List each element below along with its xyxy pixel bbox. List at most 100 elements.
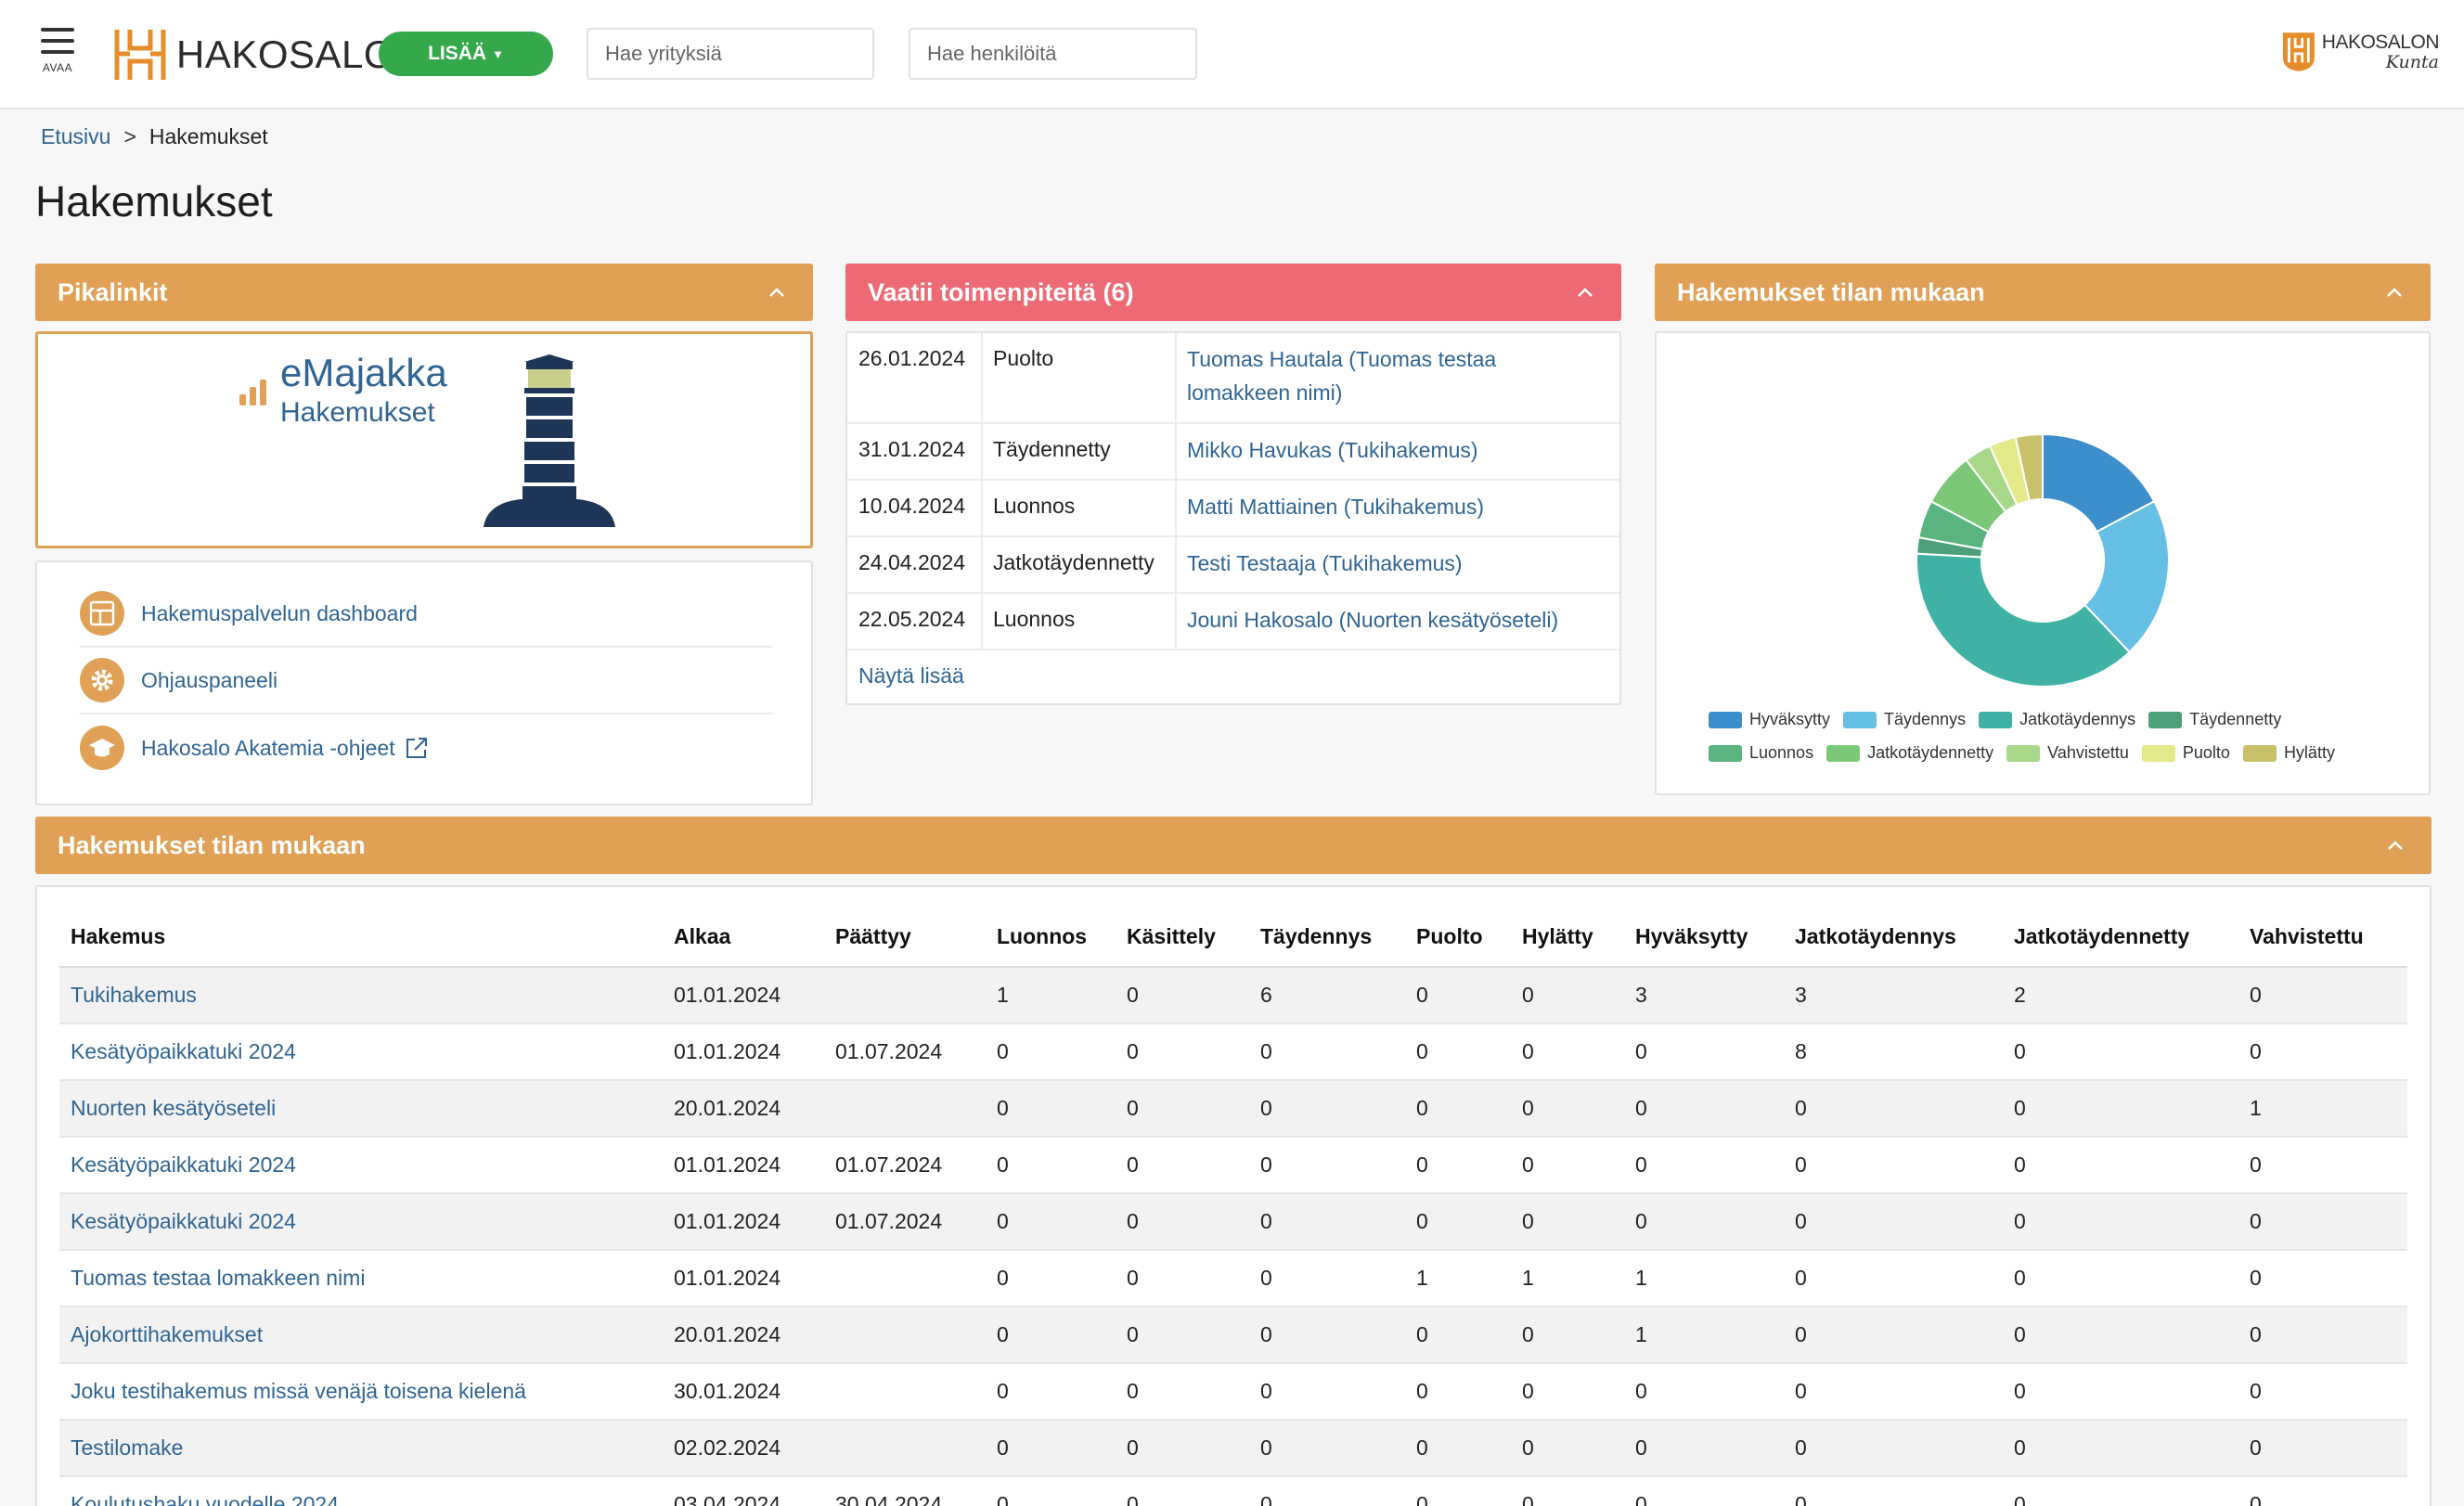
table-cell-alkaa: 30.01.2024 [663,1363,824,1421]
application-link[interactable]: Testilomake [59,1420,663,1477]
action-link[interactable]: Matti Mattiainen (Tukihakemus) [1187,490,1595,523]
table-cell-taydennys: 0 [1249,1023,1405,1081]
table-cell-taydennys: 0 [1249,1080,1405,1138]
application-link[interactable]: Nuorten kesätyöseteli [59,1080,663,1138]
column-header-jatkotaydennetty[interactable]: Jatkotäydennetty [2003,906,2238,968]
table-cell-alkaa: 01.01.2024 [663,1023,824,1081]
table-cell-jatkotaydennetty: 0 [2003,1306,2238,1364]
action-link[interactable]: Testi Testaaja (Tukihakemus) [1187,547,1595,580]
table-cell-jatkotaydennys: 0 [1784,1306,2003,1364]
emajakka-title: eMajakka [280,351,447,394]
legend-item[interactable]: Hyväksytty [1709,710,1830,729]
table-cell-puolto: 0 [1405,1023,1511,1081]
status-chart-panel-header[interactable]: Hakemukset tilan mukaan [1655,264,2431,321]
hakosalo-logo[interactable]: HAKOSALO [111,24,394,85]
table-row: Joku testihakemus missä venäjä toisena k… [59,1363,2407,1421]
application-link[interactable]: Tuomas testaa lomakkeen nimi [59,1250,663,1307]
quicklink-dashboard[interactable]: Hakemuspalvelun dashboard [80,581,772,648]
legend-item[interactable]: Vahvistettu [2006,743,2129,763]
column-header-luonnos[interactable]: Luonnos [986,906,1116,968]
column-header-alkaa[interactable]: Alkaa [663,906,824,968]
table-cell-luonnos: 1 [986,967,1116,1024]
breadcrumb-home-link[interactable]: Etusivu [41,124,110,149]
application-link[interactable]: Koulutushaku vuodelle 2024 [59,1476,663,1506]
emajakka-subtitle: Hakemukset [280,397,435,428]
table-cell-kasittely: 0 [1116,1080,1249,1138]
action-link[interactable]: Mikko Havukas (Tukihakemus) [1187,433,1595,467]
legend-label: Täydennys [1884,710,1967,728]
table-cell-hyvaksytty: 0 [1624,1080,1784,1138]
action-link[interactable]: Jouni Hakosalo (Nuorten kesätyöseteli) [1187,603,1595,637]
column-header-hakemus[interactable]: Hakemus [59,906,663,968]
table-cell-paattyy: 01.07.2024 [824,1193,986,1251]
table-cell-jatkotaydennys: 0 [1784,1363,2003,1421]
application-link[interactable]: Joku testihakemus missä venäjä toisena k… [59,1363,663,1421]
legend-item[interactable]: Jatkotäydennetty [1826,743,1993,763]
table-cell-alkaa: 20.01.2024 [663,1080,824,1138]
table-cell-hyvaksytty: 3 [1624,967,1784,1024]
application-link[interactable]: Ajokorttihakemukset [59,1306,663,1364]
application-link[interactable]: Kesätyöpaikkatuki 2024 [59,1137,663,1194]
application-link[interactable]: Kesätyöpaikkatuki 2024 [59,1023,663,1081]
menu-button[interactable]: AVAA [37,28,78,85]
table-row: Koulutushaku vuodelle 2024 03.04.2024 30.0… [59,1476,2407,1506]
action-date: 26.01.2024 [858,346,966,370]
quicklink-label: Hakosalo Akatemia -ohjeet [141,735,395,760]
quicklink-control-panel[interactable]: Ohjauspaneeli [80,648,772,714]
table-cell-luonnos: 0 [986,1137,1116,1194]
table-cell-hylatty: 0 [1511,1080,1624,1138]
column-header-jatkotaydennys[interactable]: Jatkotäydennys [1784,906,2003,968]
quicklink-academy[interactable]: Hakosalo Akatemia -ohjeet [80,714,772,781]
column-header-vahvistettu[interactable]: Vahvistettu [2238,906,2407,968]
table-cell-vahvistettu: 0 [2238,1250,2407,1307]
application-link[interactable]: Kesätyöpaikkatuki 2024 [59,1193,663,1251]
table-cell-hyvaksytty: 0 [1624,1420,1784,1477]
table-cell-hylatty: 0 [1511,967,1624,1024]
municipality-name: HAKOSALON [2321,32,2440,53]
column-header-taydennys[interactable]: Täydennys [1249,906,1405,968]
column-header-kasittely[interactable]: Käsittely [1116,906,1249,968]
column-header-paattyy[interactable]: Päättyy [824,906,986,968]
table-cell-jatkotaydennetty: 0 [2003,1476,2238,1506]
legend-item[interactable]: Luonnos [1709,743,1813,763]
action-link[interactable]: Tuomas Hautala (Tuomas testaa lomakkeen … [1187,342,1595,409]
actions-title: Vaatii toimenpiteitä (6) [868,277,1134,306]
column-header-puolto[interactable]: Puolto [1405,906,1511,968]
table-cell-jatkotaydennetty: 0 [2003,1080,2238,1138]
table-cell-vahvistettu: 0 [2238,1023,2407,1081]
status-donut-chart [1916,432,2170,688]
table-header-row: Hakemus Alkaa Päättyy Luonnos Käsittely Täyde… [59,906,2407,968]
legend-item[interactable]: Hylätty [2242,743,2335,763]
table-cell-puolto: 1 [1405,1250,1511,1307]
table-cell-hyvaksytty: 1 [1624,1306,1784,1364]
donut-slice-jatkotäydennys[interactable] [1916,552,2131,688]
table-cell-hyvaksytty: 0 [1624,1363,1784,1421]
column-header-hylatty[interactable]: Hylätty [1511,906,1624,968]
table-cell-jatkotaydennys: 3 [1784,967,2003,1024]
quicklink-label: Hakemuspalvelun dashboard [141,600,418,625]
legend-swatch [2006,744,2041,762]
application-link[interactable]: Tukihakemus [59,967,663,1024]
search-companies-input[interactable] [587,28,874,80]
emajakka-link[interactable]: eMajakka Hakemukset [35,331,813,548]
quicklinks-panel-header[interactable]: Pikalinkit [35,264,813,321]
table-cell-puolto: 0 [1405,1363,1511,1421]
status-table-panel-header[interactable]: Hakemukset tilan mukaan [35,817,2432,874]
status-chart-title: Hakemukset tilan mukaan [1677,277,1985,306]
legend-item[interactable]: Jatkotäydennys [1979,710,2135,729]
quicklink-label: Ohjauspaneeli [141,667,278,692]
column-header-hyvaksytty[interactable]: Hyväksytty [1624,906,1784,968]
actions-panel-header[interactable]: Vaatii toimenpiteitä (6) [845,264,1621,321]
show-more-link[interactable]: Näytä lisää [858,663,964,689]
legend-item[interactable]: Täydennys [1843,710,1966,729]
table-cell-jatkotaydennetty: 0 [2003,1250,2238,1307]
action-row: 10.04.2024 Luonnos Matti Mattiainen (Tuk… [847,481,1619,537]
search-persons-input[interactable] [909,28,1197,80]
add-button[interactable]: LISÄÄ ▼ [379,32,553,76]
legend-item[interactable]: Puolto [2141,743,2230,763]
action-status: Luonnos [993,494,1076,518]
action-row: 22.05.2024 Luonnos Jouni Hakosalo (Nuort… [847,594,1619,650]
table-cell-taydennys: 0 [1249,1363,1405,1421]
legend-item[interactable]: Täydennetty [2148,710,2281,729]
legend-swatch [1979,711,2013,728]
